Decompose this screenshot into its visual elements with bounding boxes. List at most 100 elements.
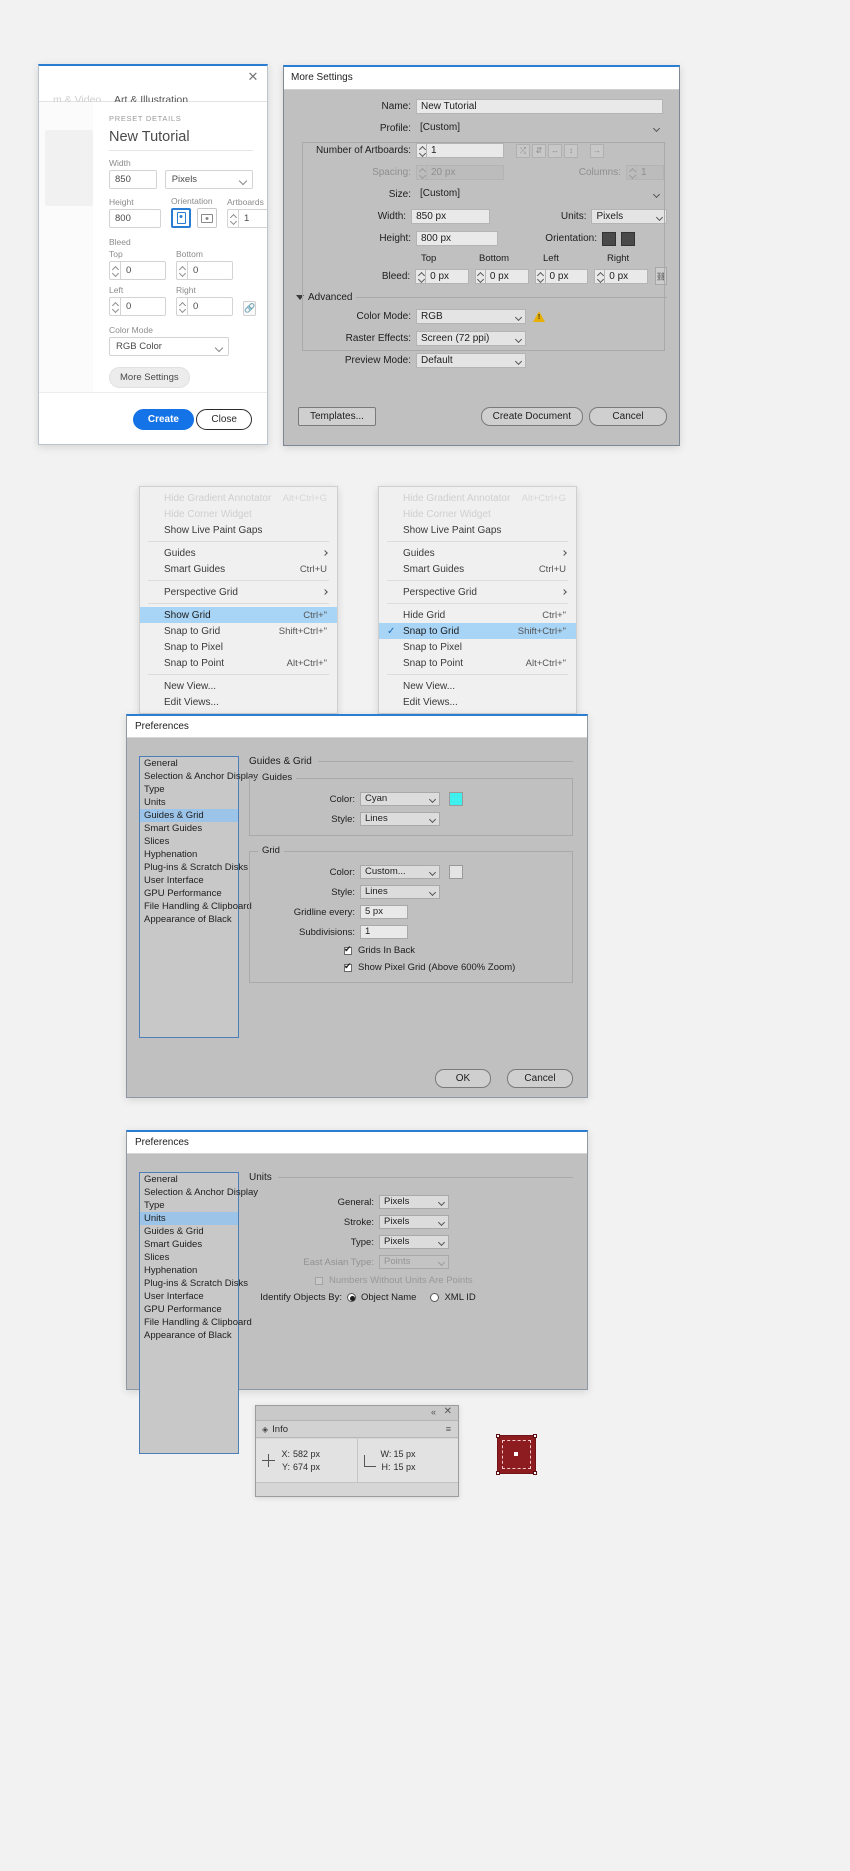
- xml-id-radio[interactable]: [430, 1293, 440, 1302]
- menu-item[interactable]: Smart Guides Ctrl+U: [379, 561, 576, 577]
- color-mode-select[interactable]: RGB Color: [109, 337, 229, 356]
- bleed-bottom-input[interactable]: 0: [187, 261, 233, 280]
- menu-item[interactable]: Smart Guides Ctrl+U: [140, 561, 337, 577]
- preset-name-input[interactable]: New Tutorial: [109, 129, 253, 151]
- artboards-stepper[interactable]: [227, 209, 238, 228]
- grids-in-back-checkbox[interactable]: [344, 944, 352, 955]
- guides-color-select[interactable]: Cyan: [360, 792, 440, 806]
- chevron-down-icon[interactable]: ◈: [262, 1425, 268, 1434]
- bleed-bottom-stepper[interactable]: [176, 261, 187, 280]
- grid-color-swatch[interactable]: [449, 865, 463, 879]
- menu-item[interactable]: New View...: [140, 678, 337, 694]
- menu-item[interactable]: Snap to Grid Shift+Ctrl+": [140, 623, 337, 639]
- preferences-category-item[interactable]: Plug-ins & Scratch Disks: [140, 861, 248, 874]
- selected-square-artwork[interactable]: [496, 1434, 537, 1475]
- preferences-category-item[interactable]: User Interface: [140, 874, 238, 887]
- preferences-category-list[interactable]: General Selection & Anchor Display Type Uni…: [139, 1172, 258, 1454]
- anchor-handle[interactable]: [533, 1434, 537, 1438]
- subdivisions-input[interactable]: 1: [360, 925, 408, 939]
- preferences-category-item[interactable]: Selection & Anchor Display: [140, 1186, 258, 1199]
- preferences-category-item[interactable]: User Interface: [140, 1290, 238, 1303]
- menu-item[interactable]: New View...: [379, 678, 576, 694]
- menu-item[interactable]: Perspective Grid: [140, 584, 337, 600]
- profile-select[interactable]: [Custom]: [416, 121, 663, 136]
- templates-button[interactable]: Templates...: [298, 407, 376, 426]
- preferences-category-item[interactable]: GPU Performance: [140, 887, 238, 900]
- cancel-button[interactable]: Cancel: [589, 407, 667, 426]
- close-button[interactable]: Close: [196, 409, 252, 430]
- info-tab-label[interactable]: Info: [272, 1424, 288, 1435]
- preferences-category-item[interactable]: General: [140, 1173, 238, 1186]
- anchor-handle[interactable]: [533, 1471, 537, 1475]
- preferences-category-item[interactable]: Type: [140, 1199, 238, 1212]
- preferences-category-item[interactable]: Units: [140, 1212, 238, 1225]
- preferences-category-list[interactable]: General Selection & Anchor Display Type Uni…: [139, 756, 258, 1038]
- menu-item[interactable]: Show Live Paint Gaps: [140, 522, 337, 538]
- units-stroke-select[interactable]: Pixels: [379, 1215, 449, 1229]
- menu-item[interactable]: Snap to Point Alt+Ctrl+": [379, 655, 576, 671]
- preferences-category-item[interactable]: Smart Guides: [140, 822, 238, 835]
- menu-item[interactable]: Edit Views...: [140, 694, 337, 710]
- pixel-grid-checkbox[interactable]: [344, 961, 352, 972]
- bleed-left-stepper[interactable]: [109, 297, 120, 316]
- preferences-category-item[interactable]: GPU Performance: [140, 1303, 238, 1316]
- grid-color-select[interactable]: Custom...: [360, 865, 440, 879]
- guides-color-swatch[interactable]: [449, 792, 463, 806]
- menu-item[interactable]: Guides: [140, 545, 337, 561]
- menu-item[interactable]: Guides: [379, 545, 576, 561]
- anchor-handle[interactable]: [496, 1434, 500, 1438]
- menu-item[interactable]: ✓ Snap to Grid Shift+Ctrl+": [379, 623, 576, 639]
- ok-button[interactable]: OK: [435, 1069, 491, 1088]
- orientation-portrait-button[interactable]: [171, 208, 191, 228]
- artboards-input[interactable]: 1: [238, 209, 267, 228]
- link-icon[interactable]: 🔗: [243, 301, 257, 316]
- preferences-category-item[interactable]: Appearance of Black: [140, 913, 238, 926]
- bleed-top-stepper[interactable]: [109, 261, 120, 280]
- close-icon[interactable]: ✕: [246, 70, 260, 84]
- preferences-category-item[interactable]: Units: [140, 796, 238, 809]
- close-icon[interactable]: ✕: [444, 1406, 452, 1417]
- chevron-double-up-icon[interactable]: «: [431, 1407, 436, 1417]
- preferences-category-item[interactable]: Hyphenation: [140, 1264, 238, 1277]
- preferences-category-item[interactable]: Guides & Grid: [140, 1225, 238, 1238]
- anchor-handle[interactable]: [496, 1471, 500, 1475]
- panel-menu-icon[interactable]: ≡: [446, 1424, 451, 1434]
- preview-mode-select[interactable]: Default: [416, 353, 526, 368]
- units-type-select[interactable]: Pixels: [379, 1235, 449, 1249]
- preferences-category-item[interactable]: Type: [140, 783, 238, 796]
- bleed-top-input[interactable]: 0: [120, 261, 166, 280]
- gridline-every-input[interactable]: 5 px: [360, 905, 408, 919]
- menu-item[interactable]: Snap to Pixel: [140, 639, 337, 655]
- bleed-right-input[interactable]: 0: [187, 297, 233, 316]
- menu-item[interactable]: Snap to Point Alt+Ctrl+": [140, 655, 337, 671]
- width-units-select[interactable]: Pixels: [164, 170, 253, 189]
- create-document-button[interactable]: Create Document: [480, 407, 583, 426]
- preferences-category-item[interactable]: File Handling & Clipboard: [140, 900, 252, 913]
- menu-item[interactable]: Perspective Grid: [379, 584, 576, 600]
- cancel-button[interactable]: Cancel: [507, 1069, 573, 1088]
- bleed-left-input[interactable]: 0: [120, 297, 166, 316]
- grid-style-select[interactable]: Lines: [360, 885, 440, 899]
- menu-item[interactable]: Snap to Pixel: [379, 639, 576, 655]
- units-general-select[interactable]: Pixels: [379, 1195, 449, 1209]
- orientation-landscape-button[interactable]: [197, 208, 217, 228]
- object-name-radio[interactable]: [347, 1293, 356, 1302]
- bleed-right-stepper[interactable]: [176, 297, 187, 316]
- preferences-category-item[interactable]: Hyphenation: [140, 848, 238, 861]
- name-input[interactable]: New Tutorial: [416, 99, 663, 114]
- guides-style-select[interactable]: Lines: [360, 812, 440, 826]
- height-input[interactable]: 800: [109, 209, 161, 228]
- create-button[interactable]: Create: [132, 409, 194, 430]
- preferences-category-item[interactable]: Slices: [140, 835, 238, 848]
- menu-item[interactable]: Hide Grid Ctrl+": [379, 607, 576, 623]
- preferences-category-item[interactable]: General: [140, 757, 238, 770]
- more-settings-button[interactable]: More Settings: [109, 367, 190, 388]
- width-input[interactable]: 850: [109, 170, 157, 189]
- menu-item[interactable]: Edit Views...: [379, 694, 576, 710]
- preferences-category-item[interactable]: Selection & Anchor Display: [140, 770, 258, 783]
- preferences-category-item[interactable]: Plug-ins & Scratch Disks: [140, 1277, 248, 1290]
- menu-item[interactable]: Show Live Paint Gaps: [379, 522, 576, 538]
- preferences-category-item[interactable]: File Handling & Clipboard: [140, 1316, 252, 1329]
- preferences-category-item[interactable]: Appearance of Black: [140, 1329, 238, 1342]
- preferences-category-item[interactable]: Guides & Grid: [140, 809, 238, 822]
